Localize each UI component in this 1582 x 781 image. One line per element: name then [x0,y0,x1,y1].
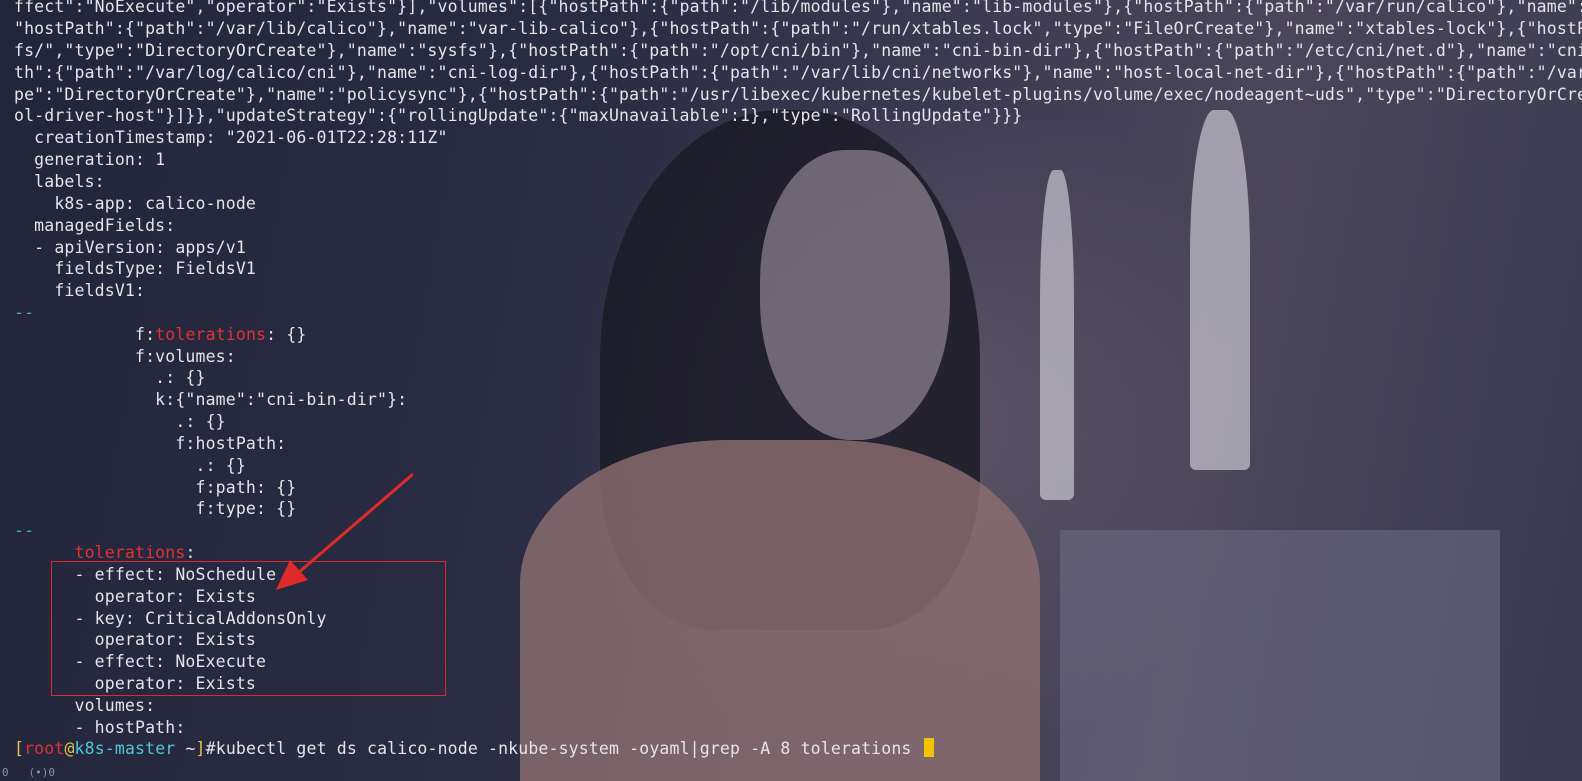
annotation-arrow-icon [276,473,414,590]
